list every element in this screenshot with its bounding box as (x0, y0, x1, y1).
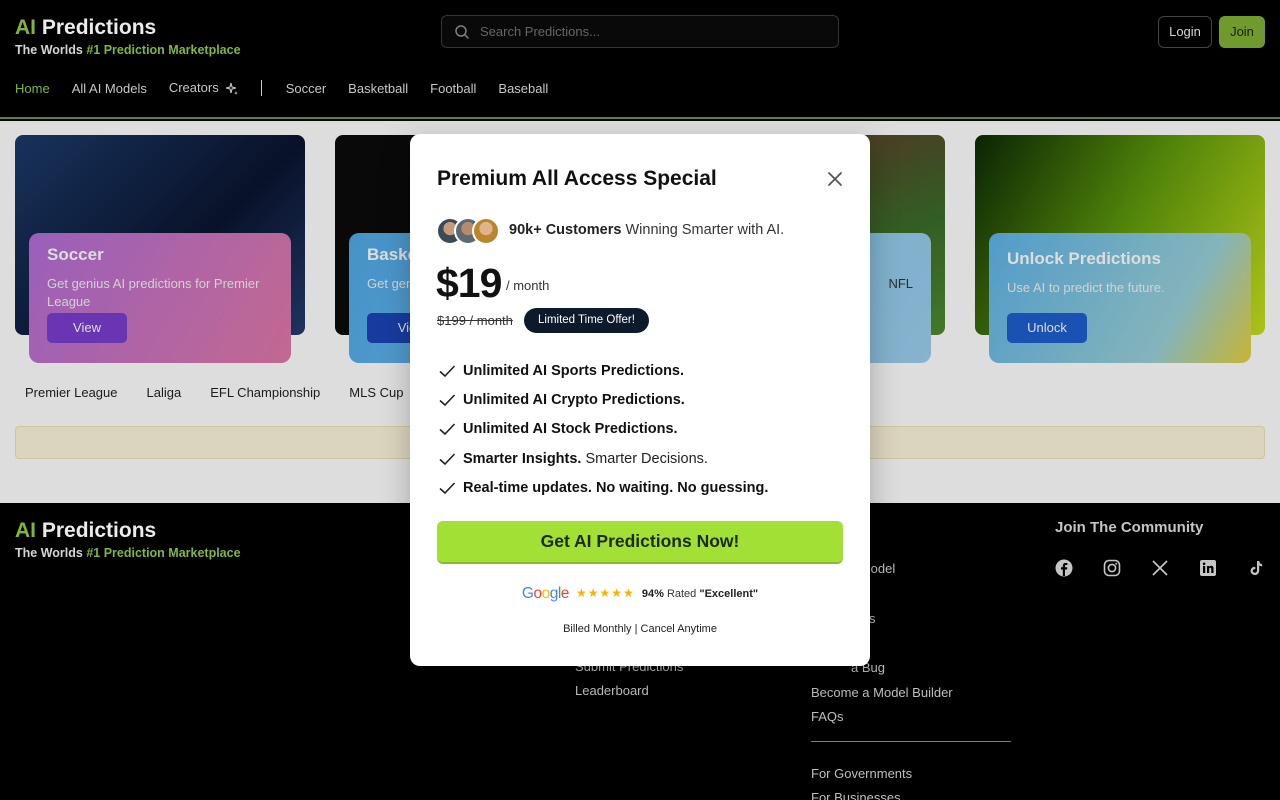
google-rating: Google ★★★★★ 94% Rated "Excellent" (410, 585, 870, 603)
close-icon[interactable] (825, 169, 845, 189)
old-price: $199 / month (437, 313, 513, 328)
price-period: / month (506, 278, 550, 293)
feature-bold: Real-time updates. No waiting. No guessi… (463, 479, 769, 496)
feature-bold: Unlimited AI Sports Predictions. (463, 362, 685, 379)
feature-item: Unlimited AI Stock Predictions. (438, 415, 772, 444)
check-icon (439, 365, 456, 377)
check-icon (439, 394, 456, 407)
feature-rest: Smarter Decisions. (585, 450, 708, 467)
feature-bold: Smarter Insights. (463, 450, 582, 467)
rating-quote: "Excellent" (699, 588, 759, 600)
feature-bold: Unlimited AI Stock Predictions. (463, 421, 678, 438)
feature-item: Unlimited AI Crypto Predictions. (438, 385, 772, 414)
get-predictions-button[interactable]: Get AI Predictions Now! (437, 521, 843, 564)
billing-note: Billed Monthly | Cancel Anytime (563, 623, 717, 635)
feature-item: Real-time updates. No waiting. No guessi… (438, 473, 772, 502)
rating-text: Rated (666, 588, 697, 600)
google-logo: Google (521, 585, 570, 602)
avatar (472, 217, 500, 245)
feature-item: Smarter Insights. Smarter Decisions. (438, 444, 772, 473)
customers-text: 90k+ Customers Winning Smarter with AI. (509, 222, 784, 238)
feature-list: Unlimited AI Sports Predictions. Unlimit… (438, 356, 772, 502)
check-icon (439, 482, 456, 494)
modal-title: Premium All Access Special (437, 167, 717, 190)
star-rating-icon: ★★★★★ (575, 586, 635, 600)
feature-bold: Unlimited AI Crypto Predictions. (463, 391, 685, 408)
customers-count: 90k+ Customers (509, 222, 622, 238)
limited-offer-badge: Limited Time Offer! (524, 308, 649, 333)
customer-avatars (436, 217, 500, 245)
customers-tagline: Winning Smarter with AI. (621, 222, 785, 238)
check-icon (439, 423, 456, 436)
premium-modal: Premium All Access Special 90k+ Customer… (410, 134, 870, 666)
check-icon (439, 452, 456, 465)
feature-item: Unlimited AI Sports Predictions. (438, 356, 772, 385)
price: $19 (436, 260, 502, 306)
rating-percent: 94% (641, 588, 664, 600)
